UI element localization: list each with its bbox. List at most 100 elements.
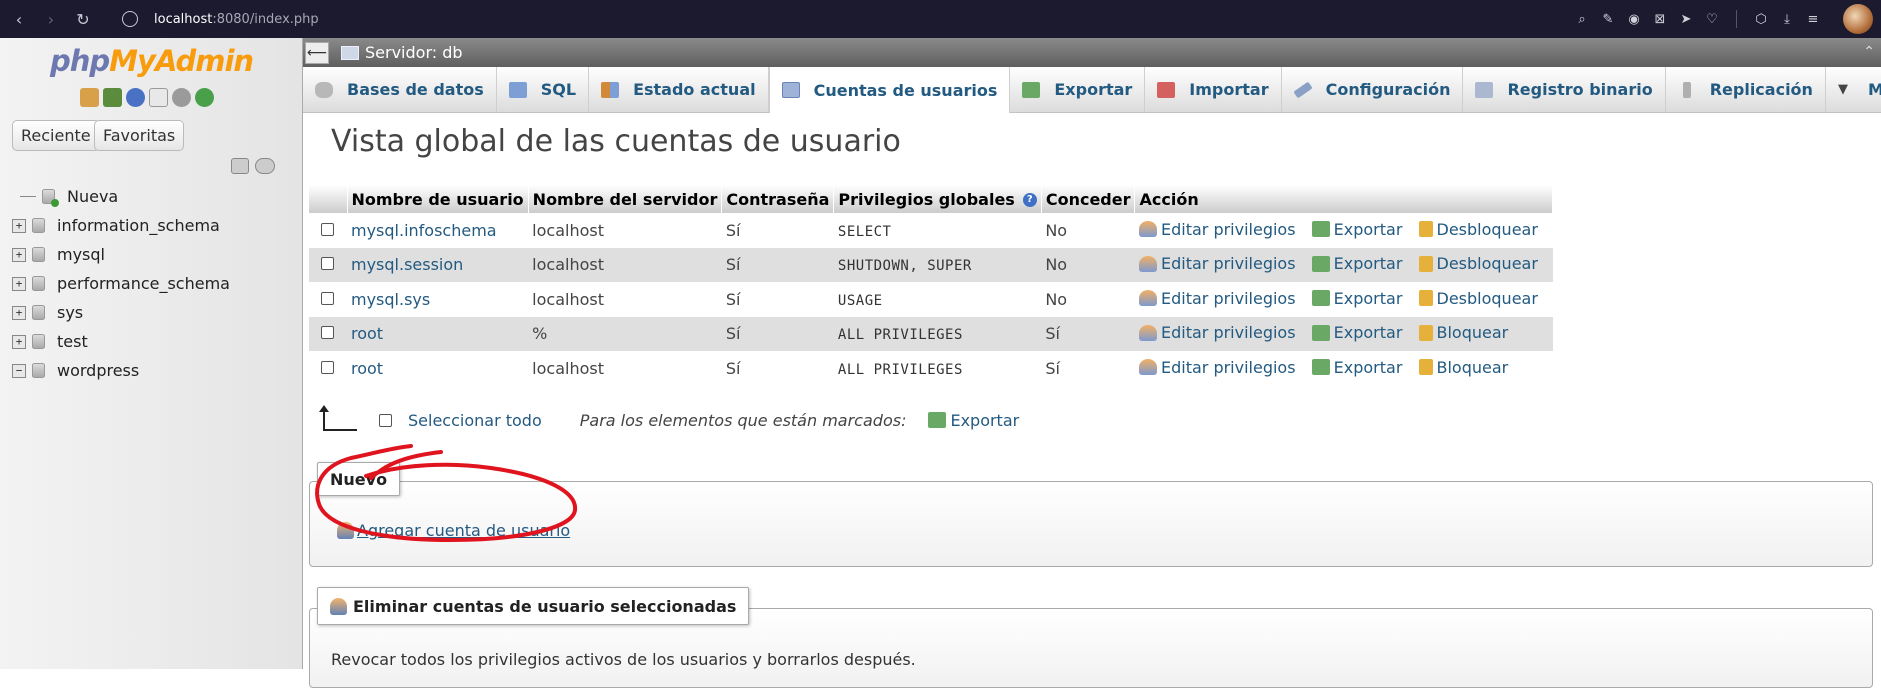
lock-link[interactable]: Bloquear [1418,358,1508,377]
edit-privileges-link[interactable]: Editar privilegios [1138,254,1296,273]
toggle-navigation-button[interactable]: ⟵ [305,41,329,64]
collapse-arrow-icon[interactable]: ⌃ [1863,44,1875,60]
export-icon [1311,290,1330,306]
close-icon[interactable]: ⊠ [1652,11,1668,27]
export-link[interactable]: Exportar [1311,254,1402,273]
select-all-checkbox[interactable] [379,413,392,427]
home-icon[interactable] [80,88,99,107]
tab-replication[interactable]: Replicación [1666,67,1826,112]
tree-controls [231,158,275,174]
tree-item-mysql[interactable]: + mysql [12,240,230,269]
select-all-link[interactable]: Seleccionar todo [408,411,542,430]
settings-icon[interactable] [172,88,191,107]
add-user-icon [337,522,354,539]
username-link[interactable]: mysql.sys [351,290,430,309]
tree-item-performance-schema[interactable]: + performance_schema [12,269,230,298]
tree-item-sys[interactable]: + sys [12,298,230,327]
tab-databases[interactable]: Bases de datos [303,67,497,112]
tab-user-accounts[interactable]: Cuentas de usuarios [768,67,1011,113]
table-header-row: Nombre de usuario Nombre del servidor Co… [309,185,1554,213]
server-breadcrumb[interactable]: Servidor: db [365,43,463,62]
tab-more[interactable]: ▼ Más [1826,67,1881,112]
tab-import[interactable]: Importar [1145,67,1282,112]
row-checkbox[interactable] [321,326,334,340]
header-global-privileges[interactable]: Privilegios globales? [833,185,1042,213]
export-link[interactable]: Exportar [1311,358,1402,377]
table-row: mysql.session localhost Sí SHUTDOWN, SUP… [309,247,1553,282]
menu-icon[interactable]: ≡ [1805,11,1821,27]
action-label: Desbloquear [1436,288,1538,308]
collapse-icon[interactable]: − [12,363,26,378]
zoom-icon[interactable]: ⌕ [1574,11,1590,27]
database-icon [32,276,45,291]
database-icon [32,334,45,349]
tab-binary-log[interactable]: Registro binario [1463,67,1666,112]
tab-label: Replicación [1709,80,1813,99]
header-password[interactable]: Contraseña [721,185,835,213]
marked-items-label: Para los elementos que están marcados: [579,410,907,430]
add-user-account-link[interactable]: Agregar cuenta de usuario [337,521,570,540]
help-icon[interactable] [126,88,145,107]
camera-icon[interactable]: ◉ [1626,11,1642,27]
download-icon[interactable]: ⤓ [1779,11,1795,27]
export-link[interactable]: Exportar [1311,323,1402,342]
header-username[interactable]: Nombre de usuario [347,185,529,213]
export-link[interactable]: Exportar [1311,288,1403,308]
header-grant[interactable]: Conceder [1041,185,1136,213]
row-checkbox[interactable] [321,222,334,236]
action-label: Exportar [1333,288,1403,308]
reload-icon[interactable]: ↻ [70,6,96,32]
edit-privileges-link[interactable]: Editar privilegios [1138,323,1296,342]
expand-icon[interactable]: + [12,305,26,320]
help-icon[interactable]: ? [1022,193,1037,207]
heart-icon[interactable]: ♡ [1704,11,1720,27]
bulk-export-link[interactable]: Exportar [928,411,1019,430]
collapse-all-icon[interactable] [231,158,249,174]
expand-icon[interactable]: + [12,276,26,291]
phpmyadmin-logo[interactable]: phpMyAdmin [50,44,254,78]
tree-item-test[interactable]: + test [12,327,230,356]
recent-button[interactable]: Reciente [12,120,100,151]
expand-icon[interactable]: + [12,247,26,262]
edit-privileges-link[interactable]: Editar privilegios [1138,289,1296,308]
row-checkbox[interactable] [321,291,334,305]
refresh-icon[interactable] [195,88,214,107]
link-icon[interactable] [255,158,275,174]
logout-icon[interactable] [103,88,122,107]
edit-privileges-link[interactable]: Editar privilegios [1138,220,1296,239]
header-hostname[interactable]: Nombre del servidor [528,185,723,213]
export-link[interactable]: Exportar [1311,220,1402,239]
favorites-button[interactable]: Favoritas [94,120,185,151]
add-user-label: Agregar cuenta de usuario [357,521,571,540]
back-icon[interactable]: ‹ [6,6,32,32]
username-link[interactable]: root [351,324,383,343]
username-link[interactable]: mysql.session [351,255,463,274]
username-link[interactable]: mysql.infoschema [351,221,497,240]
lock-link[interactable]: Desbloquear [1418,220,1538,239]
tab-settings[interactable]: Configuración [1282,67,1464,112]
docs-icon[interactable] [149,88,168,107]
lock-link[interactable]: Bloquear [1418,323,1508,342]
tree-item-wordpress[interactable]: − wordpress [12,356,230,385]
tab-sql[interactable]: SQL [497,67,590,112]
send-icon[interactable]: ➤ [1678,11,1694,27]
tab-export[interactable]: Exportar [1010,67,1146,112]
address-bar[interactable]: localhost:8080/index.php [154,12,319,27]
lock-link[interactable]: Desbloquear [1418,288,1538,308]
forward-icon[interactable]: › [38,6,64,32]
row-checkbox[interactable] [321,360,334,374]
chevron-down-icon: ▼ [1837,81,1848,97]
edit-privileges-link[interactable]: Editar privilegios [1138,358,1296,377]
edit-icon[interactable]: ✎ [1600,11,1616,27]
lock-link[interactable]: Desbloquear [1418,254,1538,273]
expand-icon[interactable]: + [12,334,26,349]
avatar[interactable] [1843,4,1873,34]
tab-status[interactable]: Estado actual [589,67,769,112]
tree-item-nueva[interactable]: Nueva [12,182,230,211]
username-link[interactable]: root [351,359,383,378]
hostname-cell: localhost [528,282,722,317]
expand-icon[interactable]: + [12,218,26,233]
cube-icon[interactable]: ⬡ [1753,11,1769,27]
row-checkbox[interactable] [321,257,334,271]
tree-item-information-schema[interactable]: + information_schema [12,211,230,240]
